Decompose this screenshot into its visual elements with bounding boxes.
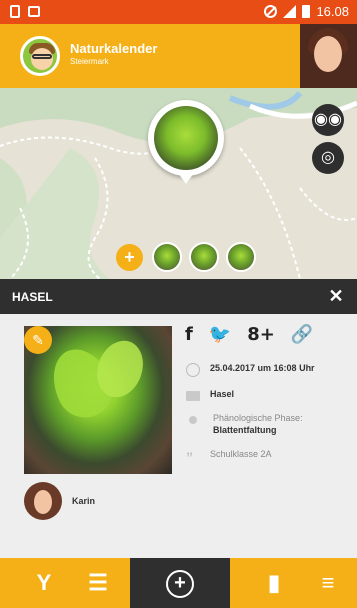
google-plus-icon[interactable]: 8+: [247, 324, 275, 345]
marker-photo: [154, 106, 218, 170]
phase-label: Phänologische Phase:: [213, 413, 303, 423]
status-time: 16.08: [316, 4, 349, 19]
detail-panel: ✎ f 🐦 8+ 🔗 25.04.2017 um 16:08 Uhr Hasel…: [0, 314, 357, 558]
user-avatar[interactable]: [300, 24, 357, 88]
do-not-disturb-icon: [264, 5, 278, 18]
locate-icon[interactable]: ◎: [312, 142, 344, 174]
app-title: Naturkalender: [70, 41, 158, 56]
battery-icon: [302, 5, 311, 18]
app-logo-icon[interactable]: [20, 36, 60, 76]
detail-header: HASEL ✕: [0, 279, 357, 314]
app-subtitle: Steiermark: [70, 57, 109, 66]
menu-icon[interactable]: ≡: [310, 558, 346, 608]
species-name: Hasel: [210, 389, 235, 399]
species-row: Hasel: [186, 388, 234, 401]
phase-dot-icon: [189, 416, 197, 424]
map-view[interactable]: ◉◉ ◎ +: [0, 88, 357, 279]
stats-icon[interactable]: ▮: [256, 558, 292, 608]
bottom-nav: Y ☰ + ▮ ≡: [0, 558, 357, 608]
share-row: f 🐦 8+ 🔗: [185, 324, 313, 345]
link-icon[interactable]: 🔗: [291, 324, 313, 345]
map-marker[interactable]: [148, 100, 224, 184]
photo-thumbnail[interactable]: [226, 242, 256, 272]
add-photo-button[interactable]: +: [116, 244, 143, 271]
add-observation-button[interactable]: +: [130, 558, 230, 608]
status-bar: 16.08: [0, 0, 357, 24]
comment-row: ” Schulklasse 2A: [186, 448, 272, 466]
phase-value: Blattentfaltung: [213, 425, 277, 435]
twitter-icon[interactable]: 🐦: [209, 324, 231, 345]
date-row: 25.04.2017 um 16:08 Uhr: [186, 362, 315, 377]
author-avatar[interactable]: [24, 482, 62, 520]
folder-icon: [186, 391, 200, 401]
edit-button[interactable]: ✎: [24, 326, 52, 354]
list-icon[interactable]: ☰: [80, 558, 116, 608]
add-icon: +: [166, 570, 194, 599]
facebook-icon[interactable]: f: [185, 324, 193, 345]
author-name[interactable]: Karin: [72, 496, 95, 506]
app-header: Naturkalender Steiermark: [0, 24, 357, 88]
photo-thumbnail[interactable]: [152, 242, 182, 272]
close-button[interactable]: ✕: [325, 285, 347, 307]
signal-icon: [283, 5, 297, 18]
quote-icon: ”: [186, 449, 193, 465]
detail-title: HASEL: [12, 290, 53, 304]
comment-text: Schulklasse 2A: [210, 449, 272, 459]
observation-date: 25.04.2017 um 16:08 Uhr: [210, 363, 315, 373]
phase-row: Phänologische Phase: Blattentfaltung: [186, 412, 303, 436]
binoculars-icon[interactable]: ◉◉: [312, 104, 344, 136]
clock-icon: [186, 363, 200, 377]
photo-thumbnail[interactable]: [189, 242, 219, 272]
image-icon: [28, 6, 40, 17]
filter-icon[interactable]: Y: [26, 558, 62, 608]
sim-icon: [10, 5, 20, 18]
